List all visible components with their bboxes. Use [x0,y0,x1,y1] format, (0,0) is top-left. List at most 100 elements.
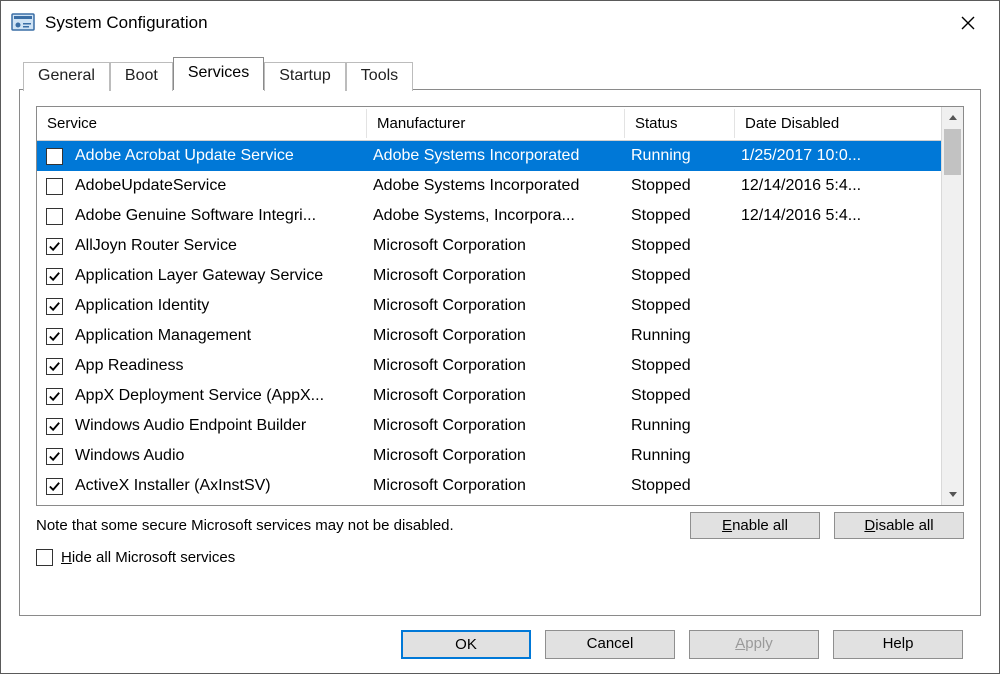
tab-panel-services: Service Manufacturer Status Date Disable… [19,89,981,616]
check-icon [48,480,61,493]
service-status: Running [625,327,735,345]
service-status: Stopped [625,237,735,255]
table-row[interactable]: ActiveX Installer (AxInstSV)Microsoft Co… [37,471,941,501]
tab-tools[interactable]: Tools [346,62,413,91]
row-checkbox[interactable] [46,148,63,165]
service-manufacturer: Microsoft Corporation [367,237,625,255]
header-date-disabled[interactable]: Date Disabled [735,109,905,138]
table-row[interactable]: Windows AudioMicrosoft CorporationRunnin… [37,441,941,471]
table-row[interactable]: Adobe Genuine Software Integri...Adobe S… [37,201,941,231]
close-button[interactable] [943,1,993,45]
window: System Configuration GeneralBootServices… [0,0,1000,674]
service-date-disabled: 12/14/2016 5:4... [735,177,905,195]
service-name: AdobeUpdateService [71,177,367,195]
service-manufacturer: Microsoft Corporation [367,327,625,345]
service-name: AllJoyn Router Service [71,237,367,255]
table-row[interactable]: AppX Deployment Service (AppX...Microsof… [37,381,941,411]
dialog-buttons: OK Cancel Apply Help [19,616,981,659]
table-row[interactable]: AllJoyn Router ServiceMicrosoft Corporat… [37,231,941,261]
table-row[interactable]: Application ManagementMicrosoft Corporat… [37,321,941,351]
help-button[interactable]: Help [833,630,963,659]
service-manufacturer: Microsoft Corporation [367,447,625,465]
enable-all-button[interactable]: Enable all [690,512,820,539]
check-icon [48,240,61,253]
row-checkbox[interactable] [46,448,63,465]
row-checkbox[interactable] [46,178,63,195]
note-text: Note that some secure Microsoft services… [36,517,454,534]
service-name: Windows Audio [71,447,367,465]
service-date-disabled: 12/14/2016 5:4... [735,207,905,225]
service-name: Application Layer Gateway Service [71,267,367,285]
cancel-button[interactable]: Cancel [545,630,675,659]
service-manufacturer: Microsoft Corporation [367,297,625,315]
service-status: Stopped [625,297,735,315]
table-row[interactable]: Windows Audio Endpoint BuilderMicrosoft … [37,411,941,441]
service-status: Running [625,147,735,165]
service-status: Stopped [625,387,735,405]
table-row[interactable]: Application IdentityMicrosoft Corporatio… [37,291,941,321]
row-checkbox[interactable] [46,298,63,315]
services-listbox: Service Manufacturer Status Date Disable… [36,106,964,506]
check-icon [48,390,61,403]
check-icon [48,300,61,313]
header-status[interactable]: Status [625,109,735,138]
list-rows: Adobe Acrobat Update ServiceAdobe System… [37,141,941,505]
tabstrip: GeneralBootServicesStartupTools [19,57,981,90]
disable-all-button[interactable]: Disable all [834,512,964,539]
service-manufacturer: Adobe Systems, Incorpora... [367,207,625,225]
row-checkbox[interactable] [46,238,63,255]
service-manufacturer: Microsoft Corporation [367,357,625,375]
check-icon [48,420,61,433]
tab-general[interactable]: General [23,62,110,91]
scroll-up-icon[interactable] [942,107,963,129]
service-name: ActiveX Installer (AxInstSV) [71,477,367,495]
scroll-down-icon[interactable] [942,483,963,505]
service-name: Adobe Genuine Software Integri... [71,207,367,225]
tab-services[interactable]: Services [173,57,264,90]
table-row[interactable]: App ReadinessMicrosoft CorporationStoppe… [37,351,941,381]
service-date-disabled: 1/25/2017 10:0... [735,147,905,165]
check-icon [48,330,61,343]
row-checkbox[interactable] [46,268,63,285]
hide-microsoft-checkbox[interactable]: Hide all Microsoft services [36,549,964,566]
header-service[interactable]: Service [37,109,367,138]
row-checkbox[interactable] [46,388,63,405]
check-icon [48,270,61,283]
header-manufacturer[interactable]: Manufacturer [367,109,625,138]
service-status: Stopped [625,267,735,285]
service-status: Stopped [625,357,735,375]
apply-button: Apply [689,630,819,659]
ok-button[interactable]: OK [401,630,531,659]
row-checkbox[interactable] [46,328,63,345]
scroll-thumb[interactable] [944,129,961,175]
table-row[interactable]: Adobe Acrobat Update ServiceAdobe System… [37,141,941,171]
service-status: Running [625,417,735,435]
tab-startup[interactable]: Startup [264,62,346,91]
table-row[interactable]: Application Layer Gateway ServiceMicroso… [37,261,941,291]
row-checkbox[interactable] [46,208,63,225]
scroll-track[interactable] [942,129,963,483]
service-name: Application Identity [71,297,367,315]
row-checkbox[interactable] [46,418,63,435]
table-row[interactable]: AdobeUpdateServiceAdobe Systems Incorpor… [37,171,941,201]
service-status: Stopped [625,207,735,225]
service-manufacturer: Microsoft Corporation [367,267,625,285]
service-manufacturer: Microsoft Corporation [367,387,625,405]
service-name: Windows Audio Endpoint Builder [71,417,367,435]
scrollbar-vertical[interactable] [941,107,963,505]
service-manufacturer: Adobe Systems Incorporated [367,177,625,195]
check-icon [48,450,61,463]
checkbox-icon[interactable] [36,549,53,566]
service-manufacturer: Microsoft Corporation [367,477,625,495]
msconfig-icon [11,11,35,35]
window-title: System Configuration [45,13,208,33]
service-status: Stopped [625,177,735,195]
row-checkbox[interactable] [46,478,63,495]
titlebar: System Configuration [1,1,999,45]
client-area: GeneralBootServicesStartupTools Service … [1,45,999,673]
service-name: AppX Deployment Service (AppX... [71,387,367,405]
service-name: Adobe Acrobat Update Service [71,147,367,165]
row-checkbox[interactable] [46,358,63,375]
tab-boot[interactable]: Boot [110,62,173,91]
service-name: App Readiness [71,357,367,375]
